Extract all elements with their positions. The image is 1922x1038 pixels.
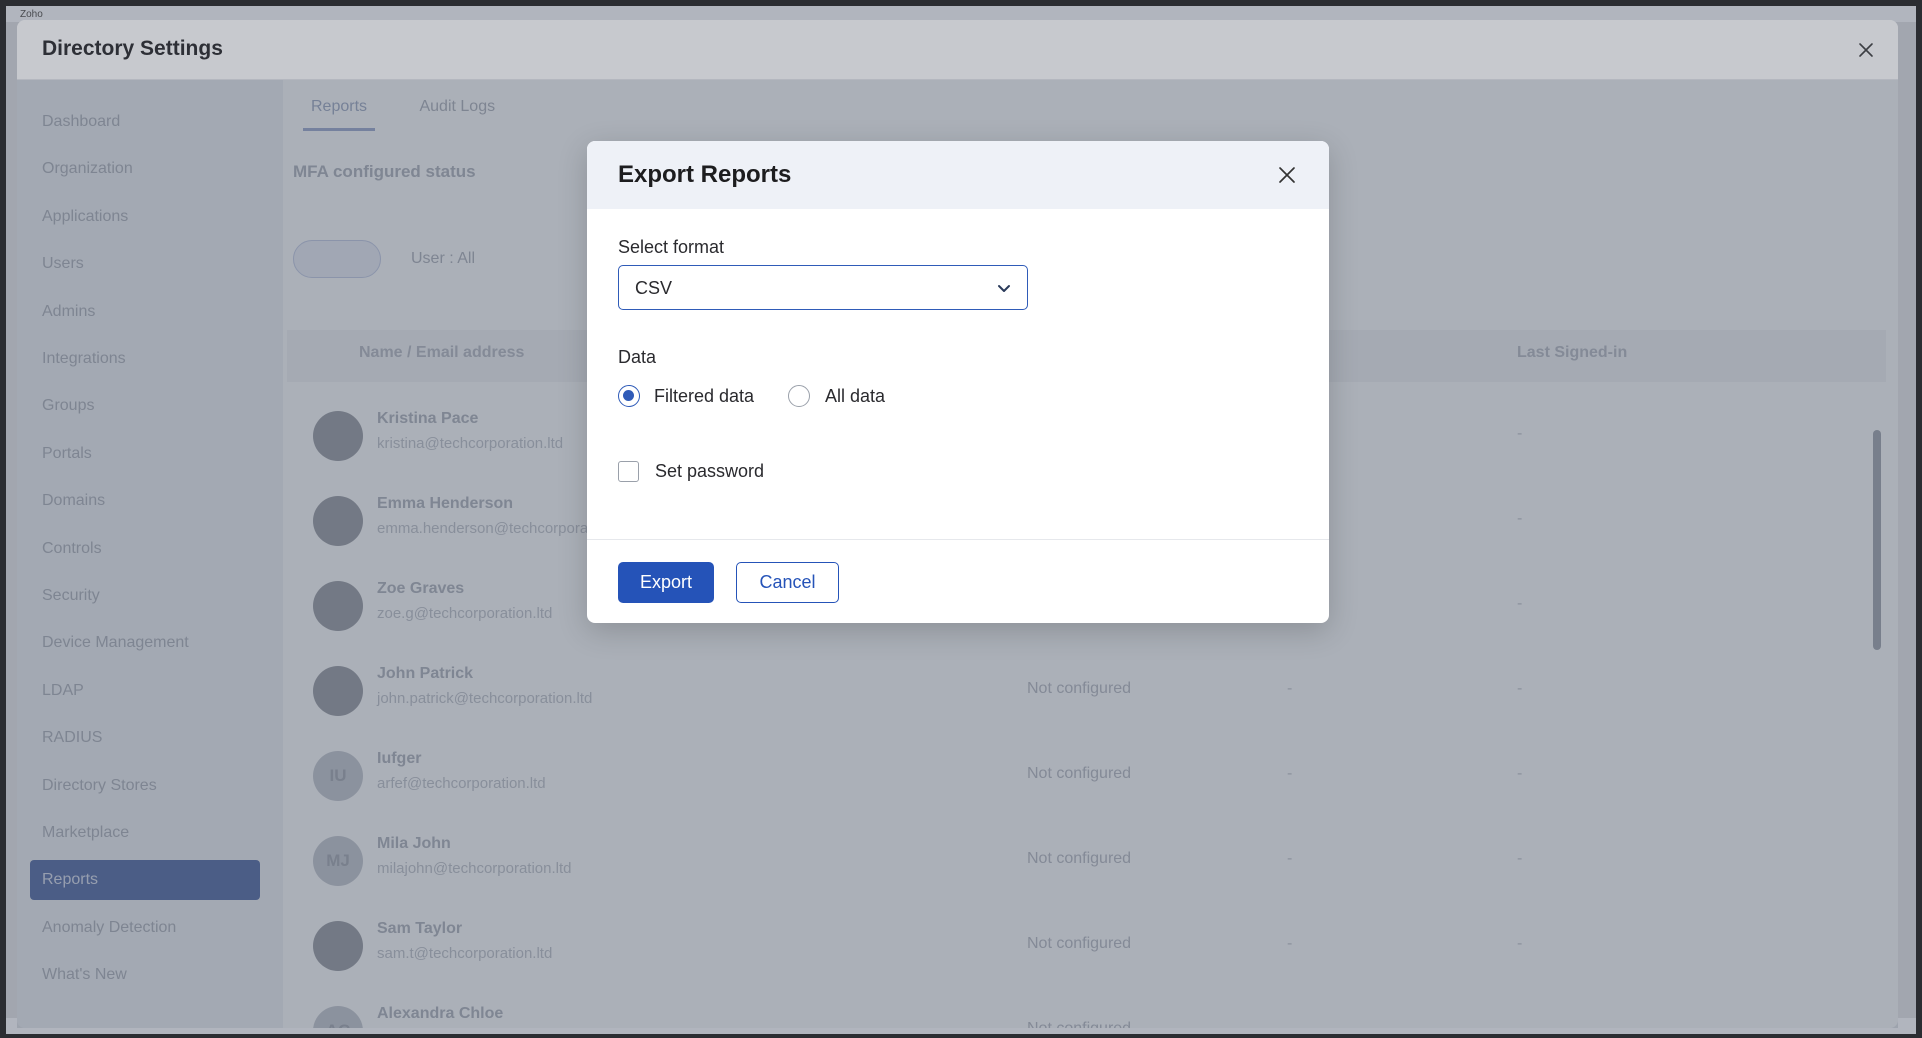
format-label: Select format — [618, 237, 725, 257]
format-select[interactable]: CSV — [618, 265, 1028, 310]
cancel-button[interactable]: Cancel — [736, 562, 839, 603]
data-label: Data — [618, 347, 657, 367]
format-select-value: CSV — [635, 278, 673, 298]
set-password-checkbox[interactable] — [618, 461, 639, 482]
set-password-label[interactable]: Set password — [655, 461, 764, 482]
all-data-radio[interactable] — [788, 385, 810, 407]
dialog-footer: Export Cancel — [587, 539, 1329, 623]
export-reports-dialog: Export Reports Select format CSV Data Fi… — [587, 141, 1329, 623]
chevron-down-icon — [995, 279, 1013, 297]
dialog-header: Export Reports — [587, 141, 1329, 209]
all-data-label[interactable]: All data — [825, 386, 885, 407]
filtered-data-label[interactable]: Filtered data — [654, 386, 754, 407]
close-icon[interactable] — [1273, 161, 1301, 189]
export-button[interactable]: Export — [618, 562, 714, 603]
filtered-data-radio[interactable] — [618, 385, 640, 407]
dialog-title: Export Reports — [618, 161, 792, 188]
